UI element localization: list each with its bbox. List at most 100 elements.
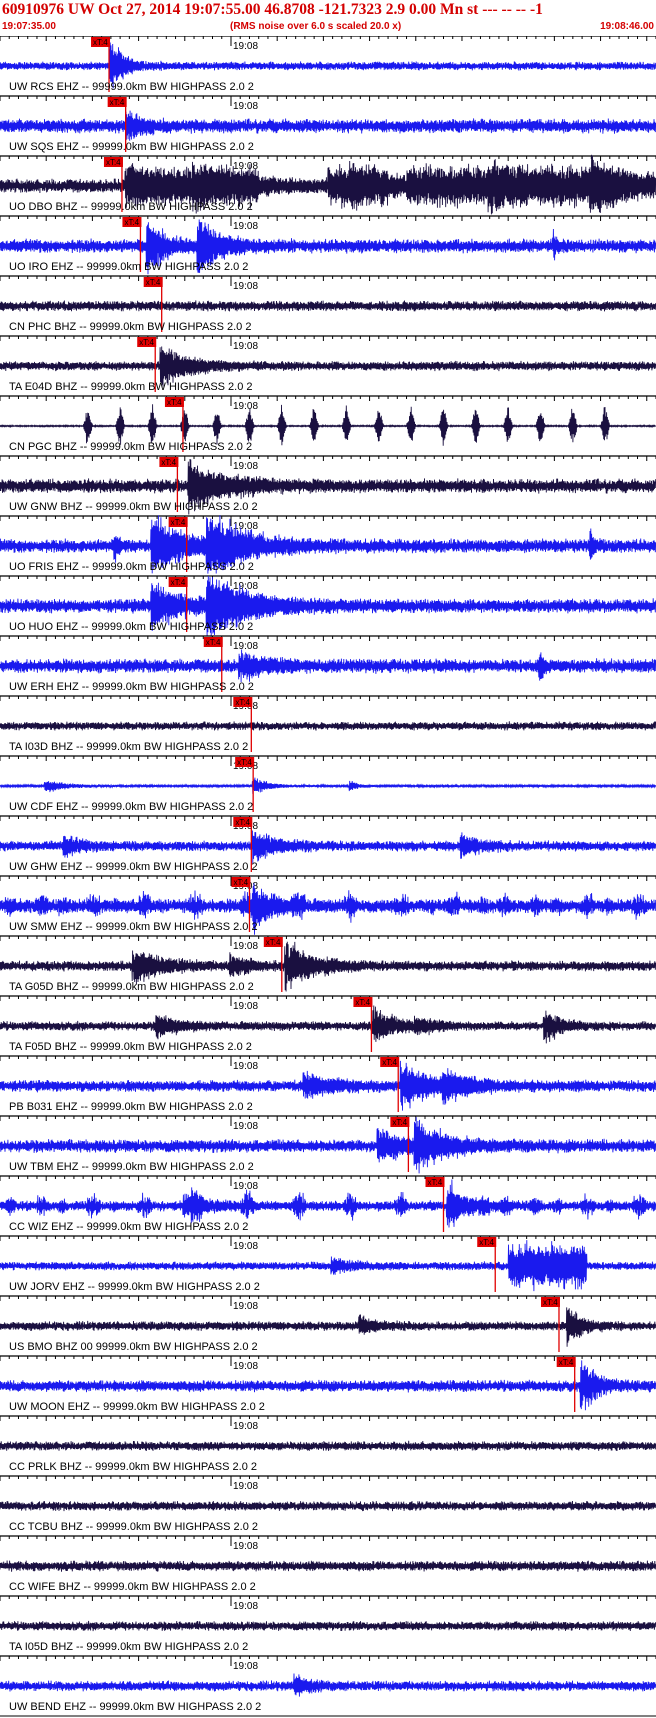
minute-tick-label: 19:08 (233, 41, 258, 52)
trace-panel: 19:08xT:4UW SMW EHZ -- 99999.0km BW HIGH… (0, 875, 656, 935)
pick-marker-label: xT:4 (237, 758, 252, 767)
station-label: UW GNW BHZ -- 99999.0km BW HIGHPASS 2.0 … (9, 501, 258, 513)
station-label: TA I03D BHZ -- 99999.0km BW HIGHPASS 2.0… (9, 741, 248, 753)
minute-tick-label: 19:08 (233, 1181, 258, 1192)
trace-panel: 19:08 xT:4 UW JORV EHZ -- 99999.0km BW HIG… (0, 1235, 656, 1293)
minute-tick-label: 19:08 (233, 1061, 258, 1072)
start-time: 19:07:35.00 (2, 21, 56, 32)
trace-panel: 19:08 xT:4 PB B031 EHZ -- 99999.0km BW HIG… (0, 1055, 656, 1113)
station-label: UW SQS EHZ -- 99999.0km BW HIGHPASS 2.0 … (9, 141, 254, 153)
minute-tick-label: 19:08 (233, 1421, 258, 1432)
minute-tick-label: 19:08 (233, 221, 258, 232)
pick-marker-label: xT:4 (124, 218, 139, 227)
pick-marker-label: xT:4 (93, 38, 108, 47)
minute-tick-label: 19:08 (233, 161, 258, 172)
trace-panel: 19:08 xT:4 UO HUO EHZ -- 99999.0km BW HIGH… (0, 575, 656, 637)
pick-marker-label: xT:4 (167, 398, 182, 407)
pick-marker-label: xT:4 (235, 698, 250, 707)
station-label: CN PHC BHZ -- 99999.0km BW HIGHPASS 2.0 … (9, 321, 251, 333)
station-label: UW RCS EHZ -- 99999.0km BW HIGHPASS 2.0 … (9, 81, 254, 93)
station-label: UO DBO BHZ -- 99999.0km BW HIGHPASS 2.0 … (9, 201, 253, 213)
station-label: UW GHW EHZ -- 99999.0km BW HIGHPASS 2.0 … (9, 861, 258, 873)
station-label: PB B031 EHZ -- 99999.0km BW HIGHPASS 2.0… (9, 1101, 253, 1113)
seismogram-plot: 19:08 xT:4 UW RCS EHZ -- 99999.0km BW HIGH… (0, 36, 656, 1717)
waveform-trace (0, 649, 656, 683)
station-label: TA G05D BHZ -- 99999.0km BW HIGHPASS 2.0… (9, 981, 254, 993)
trace-panel: 19:08 UW BEND EHZ -- 99999.0km BW HIGHPAS… (0, 1655, 656, 1713)
waveform-trace (0, 1500, 656, 1512)
station-label: UW ERH EHZ -- 99999.0km BW HIGHPASS 2.0 … (9, 681, 254, 693)
record-header: 60910976 UW Oct 27, 2014 19:07:55.00 46.… (0, 0, 656, 36)
pick-marker-label: xT:4 (146, 278, 161, 287)
minute-tick-label: 19:08 (233, 1001, 258, 1012)
trace-panel: 19:08 CC PRLK BHZ -- 99999.0km BW HIGHPAS… (0, 1415, 656, 1473)
trace-panel: 19:08 xT:4 US BMO BHZ 00 99999.0km BW HIGH… (0, 1295, 656, 1353)
station-label: CN PGC BHZ -- 99999.0km BW HIGHPASS 2.0 … (9, 441, 252, 453)
waveform-trace (0, 830, 656, 864)
minute-tick-label: 19:08 (233, 1241, 258, 1252)
pick-marker-label: xT:4 (427, 1178, 442, 1187)
pick-marker-label: xT:4 (559, 1358, 574, 1367)
minute-tick-label: 19:08 (233, 1601, 258, 1612)
pick-marker-label: xT:4 (266, 938, 281, 947)
station-label: UW SMW EHZ -- 99999.0km BW HIGHPASS 2.0 … (9, 921, 258, 933)
trace-panel: 19:08 xT:4 UO DBO BHZ -- 99999.0km BW HIGH… (0, 154, 656, 215)
trace-panel: 19:08 xT:4 UO IRO EHZ -- 99999.0km BW HIGH… (0, 215, 656, 275)
minute-tick-label: 19:08 (233, 341, 258, 352)
trace-panel: 19:08 TA I05D BHZ -- 99999.0km BW HIGHPAS… (0, 1595, 656, 1653)
trace-panel: 19:08 xT:4 UW TBM EHZ -- 99999.0km BW HIGH… (0, 1115, 656, 1174)
pick-marker-label: xT:4 (206, 638, 221, 647)
waveform-trace (0, 404, 656, 446)
pick-marker-label: xT:4 (543, 1298, 558, 1307)
minute-tick-label: 19:08 (233, 1481, 258, 1492)
station-label: UO IRO EHZ -- 99999.0km BW HIGHPASS 2.0 … (9, 261, 248, 273)
minute-tick-label: 19:08 (233, 1121, 258, 1132)
station-label: CC WIZ EHZ -- 99999.0km BW HIGHPASS 2.0 … (9, 1221, 248, 1233)
pick-marker-label: xT:4 (233, 878, 248, 887)
station-label: UW MOON EHZ -- 99999.0km BW HIGHPASS 2.0… (9, 1401, 265, 1413)
minute-tick-label: 19:08 (233, 641, 258, 652)
trace-panel: 19:08 xT:4 UW MOON EHZ -- 99999.0km BW HIG… (0, 1355, 656, 1413)
waveform-trace (0, 1560, 656, 1572)
minute-tick-label: 19:08 (233, 461, 258, 472)
minute-tick-label: 19:08 (233, 941, 258, 952)
waveform-trace (0, 1620, 656, 1632)
waveform-trace (0, 1005, 656, 1044)
pick-marker-label: xT:4 (392, 1118, 407, 1127)
waveform-trace (0, 1673, 656, 1697)
waveform-trace (0, 1440, 656, 1452)
waveform-trace (0, 300, 656, 312)
trace-panel: 19:08 xT:4 CN PHC BHZ -- 99999.0km BW HIGH… (0, 275, 656, 333)
station-label: CC PRLK BHZ -- 99999.0km BW HIGHPASS 2.0… (9, 1461, 257, 1473)
station-label: UW TBM EHZ -- 99999.0km BW HIGHPASS 2.0 … (9, 1161, 254, 1173)
trace-panel: 19:08 xT:4 CN PGC BHZ -- 99999.0km BW HIGH… (0, 395, 656, 453)
pick-marker-label: xT:4 (171, 518, 186, 527)
pick-marker-label: xT:4 (106, 158, 121, 167)
waveform-trace (0, 721, 656, 731)
station-label: UO HUO EHZ -- 99999.0km BW HIGHPASS 2.0 … (9, 621, 253, 633)
minute-tick-label: 19:08 (233, 1661, 258, 1672)
trace-panel: 19:08 xT:4 UW GNW BHZ -- 99999.0km BW HIGH… (0, 455, 656, 515)
trace-panel: 19:08xT:4UW GHW EHZ -- 99999.0km BW HIGH… (0, 815, 656, 873)
trace-panel: 19:08xT:4TA I03D BHZ -- 99999.0km BW HIG… (0, 695, 656, 753)
station-label: UW BEND EHZ -- 99999.0km BW HIGHPASS 2.0… (9, 1701, 261, 1713)
pick-marker-label: xT:4 (355, 998, 370, 1007)
trace-panel: 19:08 xT:4 TA G05D BHZ -- 99999.0km BW HIG… (0, 935, 656, 993)
trace-panel: 19:08 CC WIFE BHZ -- 99999.0km BW HIGHPAS… (0, 1535, 656, 1593)
station-label: UW CDF EHZ -- 99999.0km BW HIGHPASS 2.0 … (9, 801, 253, 813)
pick-marker-label: xT:4 (139, 338, 154, 347)
event-title: 60910976 UW Oct 27, 2014 19:07:55.00 46.… (2, 1, 543, 18)
trace-panel: 19:08 xT:4 TA E04D BHZ -- 99999.0km BW HIG… (0, 335, 656, 393)
waveform-trace (0, 110, 656, 141)
minute-tick-label: 19:08 (233, 401, 258, 412)
scale-note: (RMS noise over 6.0 s scaled 20.0 x) (230, 21, 402, 32)
minute-tick-label: 19:08 (233, 281, 258, 292)
trace-panel: 19:08 xT:4 CC WIZ EHZ -- 99999.0km BW HIGH… (0, 1175, 656, 1233)
station-label: UO FRIS EHZ -- 99999.0km BW HIGHPASS 2.0… (9, 561, 254, 573)
trace-panel: 19:08 xT:4 UW ERH EHZ -- 99999.0km BW HIGH… (0, 635, 656, 693)
minute-tick-label: 19:08 (233, 1541, 258, 1552)
trace-panel: 19:08xT:4UO FRIS EHZ -- 99999.0km BW HIG… (0, 515, 656, 574)
minute-tick-label: 19:08 (233, 1301, 258, 1312)
station-label: UW JORV EHZ -- 99999.0km BW HIGHPASS 2.0… (9, 1281, 260, 1293)
pick-marker-label: xT:4 (235, 818, 250, 827)
